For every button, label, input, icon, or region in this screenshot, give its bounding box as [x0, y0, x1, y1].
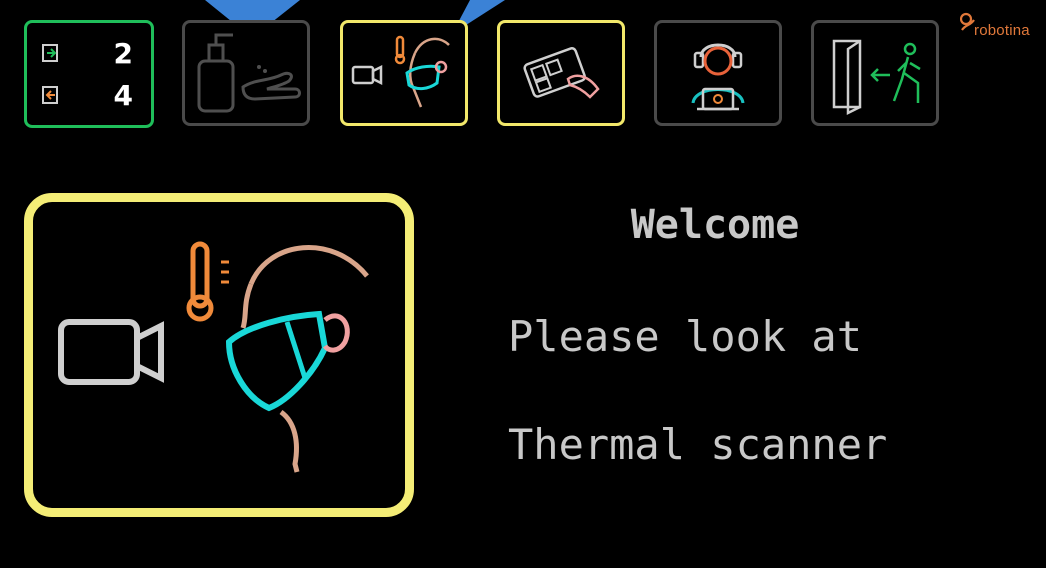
- hand-sanitizer-icon: [197, 33, 301, 113]
- exit-icon: [42, 86, 58, 104]
- step-hand-sanitizer[interactable]: [182, 20, 310, 126]
- entry-icon: [42, 44, 58, 62]
- instruction-line-2: Thermal scanner: [508, 420, 888, 469]
- step-operator[interactable]: [654, 20, 782, 126]
- visitor-counter: 2 4: [24, 20, 154, 128]
- exited-count: 4: [113, 79, 133, 112]
- kiosk-screen: 2 4 robotina Welcome Please look at Ther…: [0, 0, 1046, 568]
- qr-card-icon: [523, 47, 600, 99]
- step-exit[interactable]: [811, 20, 939, 126]
- current-step-panel: [24, 193, 414, 517]
- exited-counter-row: 4: [41, 79, 141, 113]
- step-thermal-scan[interactable]: [340, 20, 468, 126]
- thermal-scan-large-icon: [58, 241, 369, 473]
- step-qr-card[interactable]: [497, 20, 625, 126]
- operator-headset-icon: [691, 43, 745, 111]
- welcome-title: Welcome: [630, 202, 800, 248]
- entered-counter-row: 2: [41, 37, 141, 71]
- instruction-line-1: Please look at: [508, 312, 863, 361]
- thermal-scan-icon: [351, 35, 450, 108]
- entered-count: 2: [113, 37, 133, 70]
- exit-door-icon: [832, 39, 921, 116]
- brand-name: robotina: [974, 22, 1030, 39]
